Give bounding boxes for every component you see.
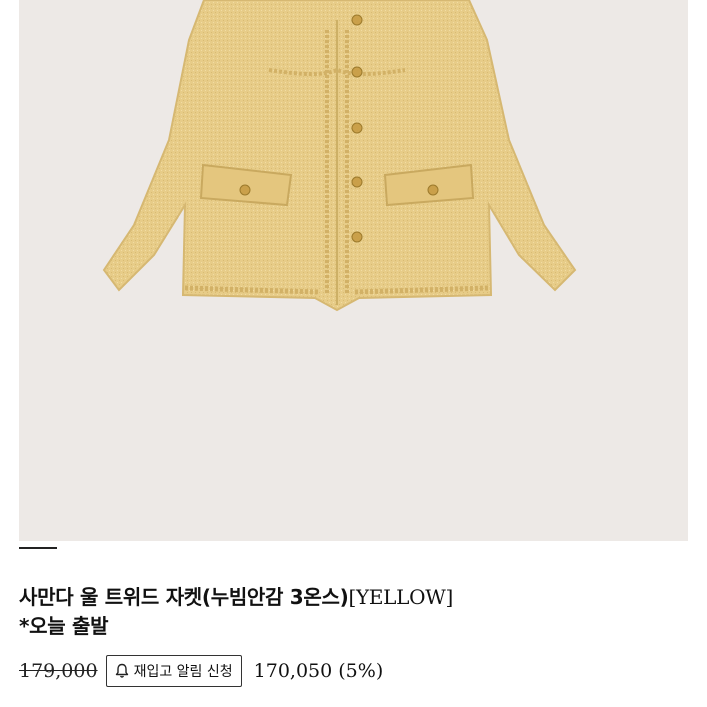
product-title: 사만다 울 트위드 자켓(누빔안감 3온스)[YELLOW] *오늘 출발 [19,583,689,641]
tweed-jacket-photo [102,0,577,312]
bell-icon [115,663,129,679]
original-price: 179,000 [19,660,98,682]
sale-price: 170,050 (5%) [254,660,384,682]
title-shipping-note: *오늘 출발 [19,614,109,638]
product-image[interactable] [19,0,688,541]
restock-alert-button[interactable]: 재입고 알림 신청 [105,655,242,687]
discount-rate: (5%) [338,660,384,682]
sale-price-value: 170,050 [253,660,333,682]
title-variant: [YELLOW] [348,585,453,609]
gallery-indicator[interactable] [19,547,57,549]
restock-alert-label: 재입고 알림 신청 [133,664,233,680]
title-name: 사만다 울 트위드 자켓(누빔안감 3온스) [19,585,349,609]
price-row: 179,000 재입고 알림 신청 170,050 (5%) [19,654,383,688]
